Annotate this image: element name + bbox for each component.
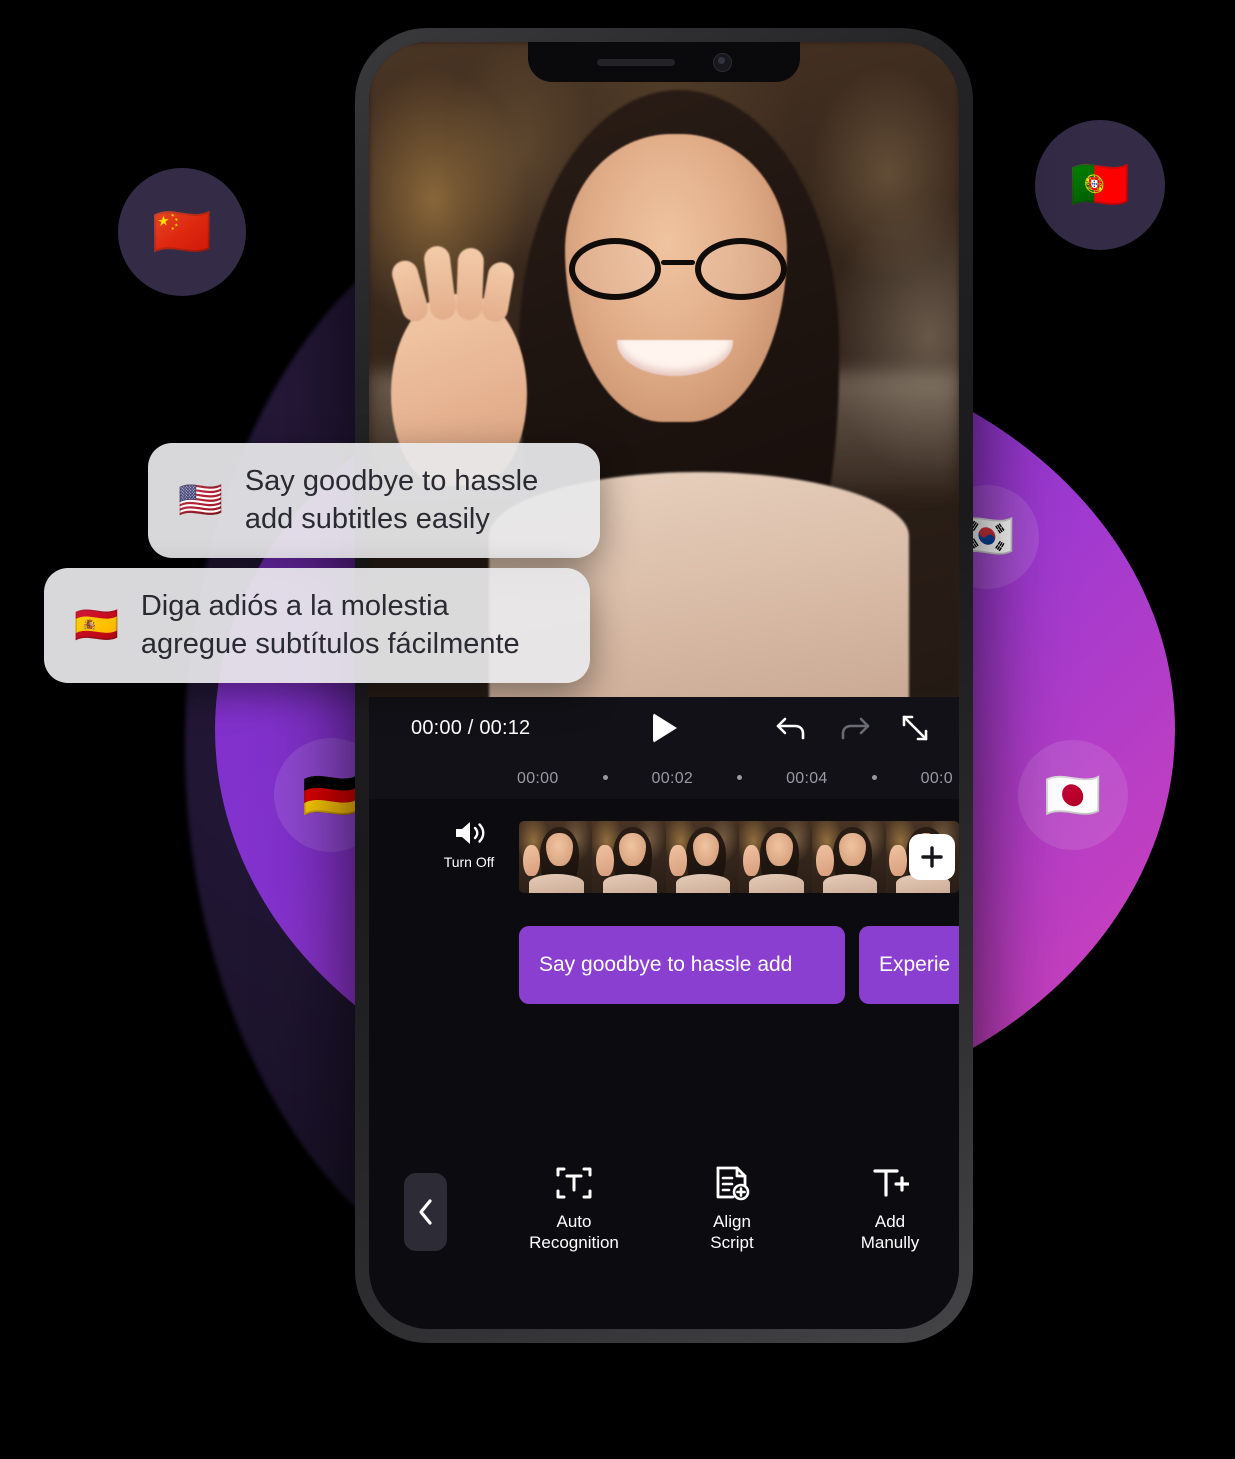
plus-icon — [921, 846, 943, 868]
filmstrip-thumbnail[interactable] — [519, 821, 593, 893]
audio-toggle-label: Turn Off — [443, 854, 495, 870]
front-camera-icon — [712, 52, 732, 72]
translation-bubble-text: Say goodbye to hassle add subtitles easi… — [244, 465, 539, 535]
thumb-body — [749, 874, 804, 893]
tool-icon-wrap — [871, 1163, 909, 1203]
tool-label: Auto Recognition — [529, 1212, 619, 1252]
thumb-body — [529, 874, 584, 893]
timeline-track-row: Turn Off — [369, 812, 959, 902]
fullscreen-expand-icon — [902, 715, 928, 741]
audio-toggle-button[interactable]: Turn Off — [429, 818, 509, 870]
thumb-hand — [669, 845, 687, 876]
thumb-body — [822, 874, 877, 893]
redo-button[interactable] — [837, 710, 873, 746]
text-add-icon — [873, 1169, 909, 1197]
chevron-left-icon — [418, 1199, 432, 1225]
glasses-bridge — [661, 260, 695, 265]
tool-label: Align Script — [710, 1212, 754, 1252]
tool-auto-recognition[interactable]: Auto Recognition — [515, 1163, 633, 1253]
page-root: 🇨🇳 🇵🇹 🇰🇷 🇯🇵 🇩🇪 00:00 / 00:12 00:00 00:02… — [0, 0, 1235, 1459]
speaker-volume-icon — [456, 822, 485, 844]
text-scan-icon — [556, 1167, 592, 1199]
bottom-toolbar: Auto Recognition Align Script Add Manull… — [369, 1163, 959, 1273]
ruler-tick-dot — [871, 775, 877, 780]
undo-icon — [776, 717, 805, 740]
flag-de-icon: 🇩🇪 — [302, 768, 360, 822]
play-icon — [653, 713, 677, 743]
ruler-tick-dot — [602, 775, 608, 780]
thumb-face — [619, 832, 646, 866]
tool-add-manually[interactable]: Add Manully — [831, 1163, 949, 1253]
thumb-hand — [815, 845, 834, 876]
flag-es-icon: 🇪🇸 — [74, 604, 119, 646]
video-filmstrip[interactable] — [519, 821, 959, 893]
thumb-face — [692, 832, 720, 866]
tool-icon-wrap — [713, 1163, 751, 1203]
finger — [455, 247, 485, 321]
flag-badge-cn: 🇨🇳 — [118, 168, 246, 296]
ruler-tick-label: 00:02 — [651, 770, 694, 787]
ruler-tick-dot — [737, 775, 743, 780]
flag-cn-icon: 🇨🇳 — [152, 204, 212, 260]
thumb-body — [675, 874, 731, 893]
translation-bubble-text: Diga adiós a la molestia agregue subtítu… — [140, 590, 520, 660]
thumb-hand — [889, 845, 907, 876]
timeline-ruler[interactable]: 00:00 00:02 00:04 00:0 — [369, 759, 959, 799]
flag-us-icon: 🇺🇸 — [178, 479, 223, 521]
ruler-tick-label: 00:00 — [517, 770, 559, 787]
subject-glasses-icon — [565, 238, 791, 302]
tool-icon-wrap — [555, 1163, 593, 1203]
subtitle-clip[interactable]: Experie — [859, 926, 959, 1004]
thumb-body — [602, 874, 657, 893]
filmstrip-thumbnail[interactable] — [812, 821, 886, 893]
tool-label: Add Manully — [860, 1212, 920, 1252]
flag-badge-jp: 🇯🇵 — [1018, 740, 1128, 850]
fullscreen-button[interactable] — [897, 710, 933, 746]
thumb-face — [546, 832, 573, 866]
thumb-hand — [595, 845, 614, 876]
back-button[interactable] — [404, 1173, 447, 1251]
redo-icon — [841, 717, 870, 740]
filmstrip-thumbnail[interactable] — [665, 821, 739, 893]
phone-notch — [528, 42, 800, 82]
phone-screen: 00:00 / 00:12 00:00 00:02 00:04 00:0 Tur… — [369, 42, 959, 1329]
tool-align-script[interactable]: Align Script — [673, 1163, 791, 1253]
filmstrip-thumbnail[interactable] — [738, 821, 813, 893]
phone-mockup: 00:00 / 00:12 00:00 00:02 00:04 00:0 Tur… — [355, 28, 973, 1343]
flag-jp-icon: 🇯🇵 — [1044, 768, 1102, 822]
tool-group: Auto Recognition Align Script Add Manull… — [515, 1163, 949, 1253]
subtitle-clip-track: Say goodbye to hassle add Experie — [519, 926, 959, 1004]
subtitle-clip[interactable]: Say goodbye to hassle add — [519, 926, 845, 1004]
thumb-face — [766, 832, 793, 866]
translation-bubble-english: 🇺🇸 Say goodbye to hassle add subtitles e… — [148, 443, 600, 559]
player-control-bar: 00:00 / 00:12 — [369, 697, 959, 759]
ruler-tick-label: 00:0 — [920, 770, 953, 787]
glasses-lens-left — [569, 238, 661, 300]
translation-bubble-spanish: 🇪🇸 Diga adiós a la molestia agregue subt… — [44, 568, 590, 684]
thumb-hand — [742, 845, 761, 876]
glasses-lens-right — [695, 238, 787, 300]
undo-button[interactable] — [773, 710, 809, 746]
thumb-face — [839, 832, 866, 866]
ruler-tick-label: 00:04 — [786, 770, 828, 787]
earpiece-speaker — [596, 58, 675, 66]
document-align-icon — [716, 1166, 750, 1201]
play-button[interactable] — [647, 710, 683, 746]
time-display: 00:00 / 00:12 — [411, 716, 531, 739]
thumb-hand — [522, 845, 541, 876]
filmstrip-thumbnail[interactable] — [592, 821, 666, 893]
flag-badge-pt: 🇵🇹 — [1035, 120, 1165, 250]
flag-pt-icon: 🇵🇹 — [1070, 157, 1130, 213]
add-clip-button[interactable] — [909, 834, 955, 880]
